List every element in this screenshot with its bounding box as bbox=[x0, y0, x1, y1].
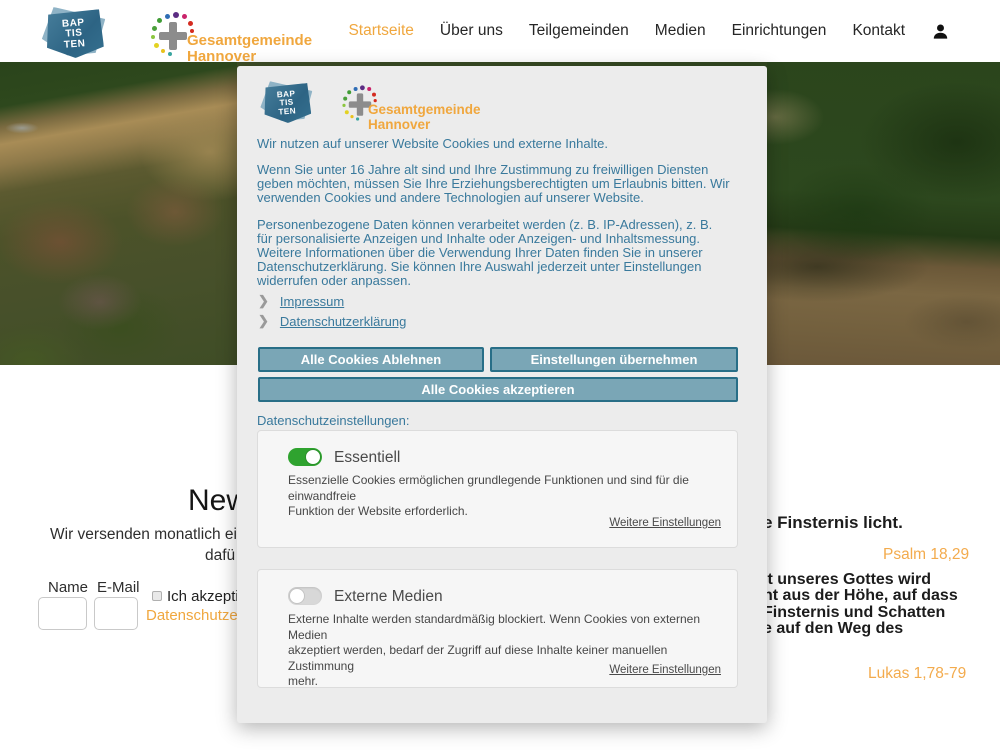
email-input[interactable] bbox=[94, 597, 138, 630]
accept-all-cookies-button[interactable]: Alle Cookies akzeptieren bbox=[258, 377, 738, 402]
essential-description: Essenzielle Cookies ermöglichen grundleg… bbox=[288, 473, 723, 520]
dialog-brand-logo: BAP TIS TEN Gesamtgemeinde Hannover bbox=[258, 80, 558, 128]
datenschutzerklaerung-link[interactable]: Datenschutzerklärung bbox=[280, 314, 406, 329]
external-media-title: Externe Medien bbox=[334, 588, 443, 606]
nav-item-kontakt[interactable]: Kontakt bbox=[852, 22, 905, 40]
impressum-link-row: ❯ Impressum bbox=[258, 293, 344, 309]
privacy-settings-label: Datenschutzeinstellungen: bbox=[257, 413, 410, 428]
brand-wordmark: Gesamtgemeinde Hannover bbox=[187, 33, 312, 65]
brand-wordmark: Gesamtgemeinde Hannover bbox=[368, 103, 481, 132]
header: BAP TIS TEN Gesamtgemeinde Hannover Star… bbox=[0, 0, 1000, 62]
cookie-data-notice: Personenbezogene Daten können verarbeite… bbox=[257, 218, 749, 288]
page: BAP TIS TEN Gesamtgemeinde Hannover Star… bbox=[0, 0, 1000, 750]
essential-cookies-card: Essentiell Essenzielle Cookies ermöglich… bbox=[257, 430, 738, 548]
email-label: E-Mail bbox=[97, 579, 140, 596]
verse-lukas-ref: Lukas 1,78-79 bbox=[868, 665, 966, 683]
essential-title: Essentiell bbox=[334, 449, 400, 467]
verse-psalm-ref: Psalm 18,29 bbox=[883, 546, 969, 564]
cookie-button-row: Alle Cookies Ablehnen Einstellungen über… bbox=[258, 347, 738, 372]
reject-all-cookies-button[interactable]: Alle Cookies Ablehnen bbox=[258, 347, 484, 372]
baptisten-shield-logo: BAP TIS TEN bbox=[258, 82, 314, 125]
nav-item-teilgemeinden[interactable]: Teilgemeinden bbox=[529, 22, 629, 40]
nav-item-einrichtungen[interactable]: Einrichtungen bbox=[732, 22, 827, 40]
user-icon bbox=[931, 22, 950, 41]
chevron-right-icon: ❯ bbox=[258, 313, 269, 329]
name-input[interactable] bbox=[38, 597, 87, 630]
shield-text: TEN bbox=[64, 39, 86, 51]
essential-toggle[interactable] bbox=[288, 448, 322, 466]
external-media-description: Externe Inhalte werden standardmäßig blo… bbox=[288, 612, 723, 690]
name-label: Name bbox=[48, 579, 88, 596]
hero-image-right bbox=[767, 62, 1000, 365]
consent-checkbox[interactable] bbox=[152, 591, 162, 601]
essential-more-settings-link[interactable]: Weitere Einstellungen bbox=[609, 517, 721, 529]
nav-item-medien[interactable]: Medien bbox=[655, 22, 706, 40]
newsletter-intro-line2: dafü bbox=[205, 547, 235, 565]
cookie-consent-dialog: BAP TIS TEN Gesamtgemeinde Hannover Wir … bbox=[237, 66, 767, 723]
user-account-button[interactable] bbox=[931, 22, 950, 41]
newsletter-intro-line1: Wir versenden monatlich ei bbox=[50, 526, 237, 544]
verse-psalm-text: e Finsternis licht. bbox=[763, 513, 903, 533]
chevron-right-icon: ❯ bbox=[258, 293, 269, 309]
main-nav: Startseite Über uns Teilgemeinden Medien… bbox=[348, 0, 950, 62]
cookie-intro-text: Wir nutzen auf unserer Website Cookies u… bbox=[257, 137, 749, 151]
external-media-more-settings-link[interactable]: Weitere Einstellungen bbox=[609, 664, 721, 676]
baptisten-shield-logo: BAP TIS TEN bbox=[39, 8, 107, 60]
nav-item-ueber-uns[interactable]: Über uns bbox=[440, 22, 503, 40]
datenschutzerklaerung-link-row: ❯ Datenschutzerklärung bbox=[258, 313, 406, 329]
impressum-link[interactable]: Impressum bbox=[280, 294, 344, 309]
nav-item-startseite[interactable]: Startseite bbox=[348, 22, 413, 40]
apply-settings-button[interactable]: Einstellungen übernehmen bbox=[490, 347, 738, 372]
brand-logo[interactable]: BAP TIS TEN Gesamtgemeinde Hannover bbox=[39, 6, 269, 62]
external-media-toggle[interactable] bbox=[288, 587, 322, 605]
hero-image-left bbox=[0, 62, 237, 365]
cookie-minor-notice: Wenn Sie unter 16 Jahre alt sind und Ihr… bbox=[257, 163, 749, 205]
verse-lukas-text: it unseres Gottes wird ht aus der Höhe, … bbox=[763, 572, 958, 638]
external-media-card: Externe Medien Externe Inhalte werden st… bbox=[257, 569, 738, 688]
